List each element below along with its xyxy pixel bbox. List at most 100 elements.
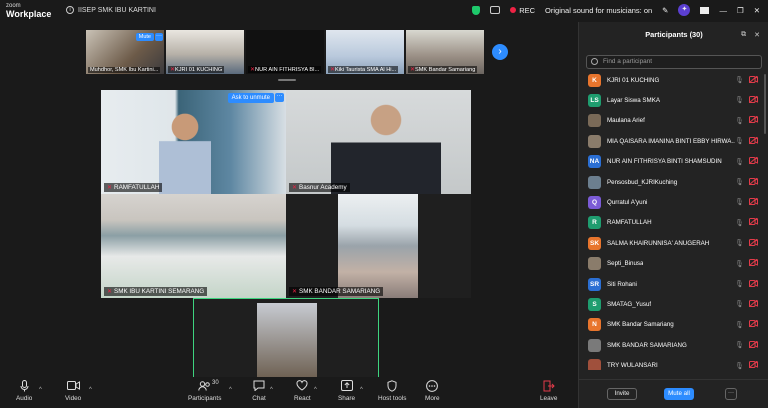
leave-button[interactable]: Leave: [540, 379, 557, 402]
avatar: N: [588, 318, 601, 332]
mic-muted-icon[interactable]: 🎙: [735, 76, 744, 84]
video-tile[interactable]: ✕ SMK IBU KARTINI SEMARANG: [101, 194, 286, 298]
participant-row[interactable]: Pensosbud_KJRIKuching 🎙: [579, 172, 768, 192]
participant-row[interactable]: MIA QAISARA IMANINA BINTI EBBY HIRWA... 🎙: [579, 131, 768, 151]
participant-row[interactable]: Q Qurratul A'yuni 🎙: [579, 192, 768, 212]
mic-muted-icon[interactable]: 🎙: [735, 341, 744, 349]
pop-out-icon[interactable]: ⧉: [741, 31, 746, 39]
audio-status[interactable]: Original sound for musicians: on: [545, 6, 652, 15]
camera-off-icon[interactable]: [748, 238, 758, 248]
camera-off-icon[interactable]: [748, 319, 758, 329]
camera-off-icon[interactable]: [748, 340, 758, 350]
video-tile[interactable]: Ask to unmute ··· ✕ RAMFATULLAH: [101, 90, 286, 194]
mute-button[interactable]: Mute: [135, 33, 154, 41]
rec-dot-icon: [510, 6, 517, 13]
audio-button[interactable]: Audio: [16, 379, 32, 402]
participant-row[interactable]: Septi_Binusa 🎙: [579, 254, 768, 274]
next-page-button[interactable]: ›: [492, 44, 508, 60]
active-speaker-tile[interactable]: [193, 298, 379, 378]
restore-icon[interactable]: ❐: [737, 6, 744, 15]
mic-muted-icon[interactable]: 🎙: [735, 260, 744, 268]
more-button[interactable]: More: [425, 379, 440, 402]
mic-muted-icon[interactable]: 🎙: [735, 158, 744, 166]
chat-options-caret[interactable]: ^: [270, 387, 273, 393]
camera-off-icon[interactable]: [748, 136, 758, 146]
video-tile[interactable]: ✕ Basnur Academy: [286, 90, 471, 194]
participant-name: ✕NUR AIN FITHRISYA BI...: [248, 66, 322, 73]
participant-row[interactable]: K KJRI 01 KUCHING 🎙: [579, 70, 768, 90]
camera-off-icon[interactable]: [748, 258, 758, 268]
video-button[interactable]: Video: [65, 379, 81, 402]
edit-icon[interactable]: ✎: [662, 6, 668, 15]
minimize-icon[interactable]: —: [719, 6, 727, 15]
participant-search-input[interactable]: Find a participant: [586, 55, 762, 69]
mute-all-button[interactable]: Mute all: [664, 388, 694, 400]
mic-muted-icon[interactable]: 🎙: [735, 280, 744, 288]
participant-row[interactable]: S SMATAG_Yusuf 🎙: [579, 294, 768, 314]
panel-more-button[interactable]: ···: [725, 388, 737, 400]
camera-off-icon[interactable]: [748, 217, 758, 227]
participant-row[interactable]: SMK BANDAR SAMARIANG 🎙: [579, 335, 768, 355]
participant-row[interactable]: N SMK Bandar Samariang 🎙: [579, 315, 768, 335]
camera-off-icon[interactable]: [748, 115, 758, 125]
video-tile[interactable]: ✕ SMK BANDAR SAMARIANG: [286, 194, 471, 298]
camera-off-icon[interactable]: [748, 95, 758, 105]
participant-name: ✕ Basnur Academy: [289, 183, 350, 192]
view-icon[interactable]: [700, 6, 710, 14]
strip-resize-handle[interactable]: [278, 79, 296, 81]
video-thumbnail[interactable]: ✕Kiki Taurista SMA Al Hi...: [326, 30, 404, 74]
meeting-info[interactable]: i IISEP SMK IBU KARTINI: [66, 6, 156, 14]
thumbnail-more-button[interactable]: ···: [155, 33, 163, 41]
video-thumbnail[interactable]: ✕SMK Bandar Samariang: [406, 30, 484, 74]
share-options-caret[interactable]: ^: [360, 387, 363, 393]
info-icon[interactable]: i: [66, 6, 74, 14]
mic-muted-icon[interactable]: 🎙: [735, 96, 744, 104]
mic-muted-icon[interactable]: 🎙: [735, 198, 744, 206]
ai-companion-icon[interactable]: ✦: [678, 4, 691, 16]
mic-muted-icon[interactable]: 🎙: [735, 362, 744, 370]
mic-muted-icon[interactable]: 🎙: [735, 137, 744, 145]
video-thumbnail[interactable]: ✕KJRI 01 KUCHING: [166, 30, 244, 74]
mic-muted-icon[interactable]: 🎙: [735, 219, 744, 227]
audio-options-caret[interactable]: ^: [39, 387, 42, 393]
react-button[interactable]: React: [294, 379, 311, 402]
camera-off-icon[interactable]: [748, 75, 758, 85]
mic-muted-icon[interactable]: 🎙: [735, 239, 744, 247]
video-options-caret[interactable]: ^: [89, 387, 92, 393]
camera-off-icon[interactable]: [748, 360, 758, 370]
camera-off-icon[interactable]: [748, 279, 758, 289]
participant-row[interactable]: SR Siti Rohani 🎙: [579, 274, 768, 294]
mic-muted-icon[interactable]: 🎙: [735, 178, 744, 186]
camera-off-icon[interactable]: [748, 156, 758, 166]
participants-options-caret[interactable]: ^: [229, 387, 232, 393]
recording-indicator[interactable]: REC: [510, 6, 535, 15]
mic-muted-icon[interactable]: 🎙: [735, 321, 744, 329]
video-thumbnail[interactable]: Mute ··· Muhdhor, SMK Ibu Kartini...: [86, 30, 164, 74]
chat-button[interactable]: Chat: [252, 379, 266, 402]
close-icon[interactable]: ✕: [754, 6, 760, 15]
mic-muted-icon[interactable]: 🎙: [735, 300, 744, 308]
ask-to-unmute-button[interactable]: Ask to unmute: [227, 93, 274, 103]
camera-off-icon[interactable]: [748, 197, 758, 207]
invite-button[interactable]: Invite: [607, 388, 637, 400]
participant-list-scrollbar[interactable]: [764, 74, 766, 134]
participant-row[interactable]: NA NUR AIN FITHRISYA BINTI SHAMSUDIN 🎙: [579, 152, 768, 172]
close-panel-icon[interactable]: ✕: [754, 31, 760, 39]
participant-row[interactable]: R RAMFATULLAH 🎙: [579, 213, 768, 233]
host-tools-button[interactable]: Host tools: [378, 379, 406, 402]
react-options-caret[interactable]: ^: [314, 387, 317, 393]
mic-muted-icon[interactable]: 🎙: [735, 117, 744, 125]
camera-off-icon[interactable]: [748, 299, 758, 309]
tile-more-button[interactable]: ···: [275, 93, 284, 102]
participant-row[interactable]: LS Layar Siswa SMKA 🎙: [579, 90, 768, 110]
caption-icon[interactable]: [490, 6, 501, 14]
participant-row[interactable]: Maulana Arief 🎙: [579, 111, 768, 131]
video-thumbnail[interactable]: ✕NUR AIN FITHRISYA BI...: [246, 30, 324, 74]
camera-off-icon[interactable]: [748, 177, 758, 187]
participant-row[interactable]: SK SALMA KHAIRUNNISA' ANUGERAH 🎙: [579, 233, 768, 253]
share-button[interactable]: Share: [338, 379, 355, 402]
thumbnail-strip: Mute ··· Muhdhor, SMK Ibu Kartini... ✕KJ…: [86, 30, 484, 74]
shield-icon[interactable]: [472, 5, 481, 15]
speaker-video: [257, 303, 317, 377]
participant-row[interactable]: TRY WULANSARI 🎙: [579, 356, 768, 370]
